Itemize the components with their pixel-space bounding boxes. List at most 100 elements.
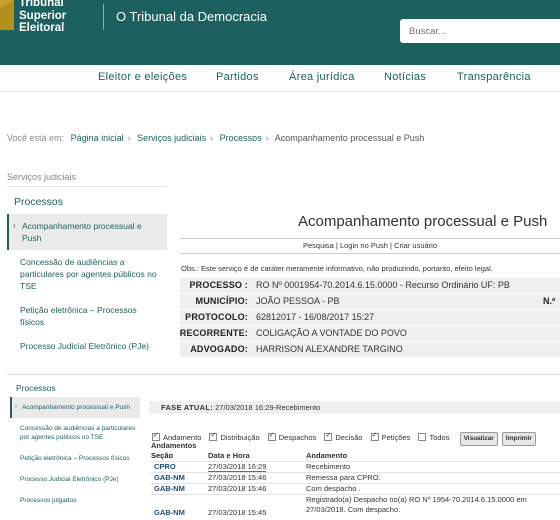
sidebar-item-audiencias[interactable]: Concessão de audiências a particulares p… xyxy=(7,250,167,298)
col-andamento: Andamento xyxy=(306,451,348,460)
checkbox-distribuicao[interactable] xyxy=(209,431,218,441)
chevron-right-icon: › xyxy=(265,133,269,143)
link-criar-usuario[interactable]: Criar usuário xyxy=(394,241,437,250)
chevron-right-icon: › xyxy=(127,133,131,143)
col-data: Data e Hora xyxy=(208,451,250,460)
checkbox-decisao[interactable] xyxy=(324,431,333,441)
table-row: GAB-NM 27/03/2018 15:46 Remessa para CPR… xyxy=(150,472,560,483)
chevron-right-icon: › xyxy=(15,404,17,410)
cell-secao[interactable]: GAB-NM xyxy=(154,508,185,517)
fase-label: FASE ATUAL: xyxy=(161,403,214,412)
filter-label: Distribuição xyxy=(220,433,260,442)
advogado-row: ADVOGADO: HARRISON ALEXANDRE TARGINO xyxy=(180,342,560,357)
checkbox-despachos[interactable] xyxy=(267,431,276,441)
lower-sidebar-item-peticao[interactable]: Petição eletrônica – Processos físicos xyxy=(10,448,140,469)
lower-sidebar-item-acompanhamento[interactable]: › Acompanhamento processual e Push xyxy=(10,397,140,418)
link-pesquisa[interactable]: Pesquisa xyxy=(303,241,334,250)
sidebar-item-label: Concessão de audiências a particulares p… xyxy=(20,425,136,441)
lower-sidebar-title[interactable]: Processos xyxy=(16,383,56,393)
breadcrumb: Você está em: Página inicial › Serviços j… xyxy=(7,133,424,143)
municipio-label: MUNICÍPIO: xyxy=(195,296,248,306)
sidebar-item-label: Petição eletrônica – Processos físicos xyxy=(20,455,130,462)
process-row: PROCESSO : RO Nº 0001954-70.2014.6.15.00… xyxy=(180,278,560,293)
protocolo-row: PROTOCOLO: 62812017 - 16/08/2017 15:27 xyxy=(180,310,560,325)
logo-divider xyxy=(103,4,104,30)
chevron-right-icon: › xyxy=(210,133,214,143)
filter-label: Decisão xyxy=(335,433,363,442)
cell-andamento: Remessa para CPRO. xyxy=(306,473,381,482)
search-box[interactable] xyxy=(400,19,560,43)
logo-line-2: Superior xyxy=(19,9,67,22)
sidebar-item-label: Processos julgados xyxy=(20,497,77,504)
lower-sidebar-item-audiencias[interactable]: Concessão de audiências a particulares p… xyxy=(10,418,140,448)
visualizar-button[interactable]: Visualizar xyxy=(459,432,498,446)
municipio-row: MUNICÍPIO: JOÃO PESSOA - PB N.º xyxy=(180,294,560,309)
cell-data: 27/03/2018 15:46 xyxy=(208,484,267,493)
breadcrumb-current: Acompanhamento processual e Push xyxy=(274,133,425,143)
nav-partidos[interactable]: Partidos xyxy=(216,71,259,83)
numero-label: N.º xyxy=(543,296,556,306)
municipio-value: JOÃO PESSOA - PB xyxy=(256,296,340,306)
filter-label: Todos xyxy=(429,433,450,442)
cell-andamento: Recebimento xyxy=(306,462,351,471)
filter-label: Despachos xyxy=(278,433,317,442)
imprimir-button[interactable]: Imprimir xyxy=(501,432,536,446)
sidebar-item-peticao[interactable]: Petição eletrônica – Processos físicos xyxy=(7,298,167,334)
checkbox-todos[interactable] xyxy=(418,433,427,441)
breadcrumb-processos[interactable]: Processos xyxy=(220,133,262,143)
nav-eleitor[interactable]: Eleitor e eleições xyxy=(98,71,187,83)
filter-bar: Andamento Distribuição Despachos Decisão… xyxy=(152,431,536,446)
header-bar: Tribunal Superior Eleitoral O Tribunal d… xyxy=(0,0,560,65)
sidebar-item-label: Processo Judicial Eletrônico (PJe) xyxy=(20,341,149,351)
breadcrumb-home[interactable]: Página inicial xyxy=(71,133,124,143)
table-row: GAB-NM 27/03/2018 15:45 Registrado(a) De… xyxy=(150,494,560,518)
chevron-right-icon: › xyxy=(13,221,16,230)
checkbox-peticoes[interactable] xyxy=(370,431,379,441)
cell-andamento: Registrado(a) Despacho no(a) RO Nº 1954-… xyxy=(306,495,527,514)
sidebar-item-label: Concessão de audiências a particulares p… xyxy=(20,257,157,291)
main-nav: Eleitor e eleições Partidos Área jurídic… xyxy=(0,65,560,92)
sidebar-item-label: Acompanhamento processual e Push xyxy=(22,221,142,243)
logo-text[interactable]: Tribunal Superior Eleitoral xyxy=(19,0,66,35)
tagline: O Tribunal da Democracia xyxy=(116,9,268,24)
sidebar-list: › Acompanhamento processual e Push Conce… xyxy=(7,214,167,358)
logo-icon[interactable] xyxy=(0,0,14,30)
advogado-value: HARRISON ALEXANDRE TARGINO xyxy=(256,344,403,354)
sidebar-title[interactable]: Processos xyxy=(14,196,63,208)
lower-sidebar-item-julgados[interactable]: Processos julgados xyxy=(10,490,140,511)
fase-atual: FASE ATUAL: 27/03/2018 16:29-Recebimento xyxy=(149,401,560,414)
sidebar-item-label: Processo Judicial Eletrônico (PJe) xyxy=(20,476,119,483)
nav-transparencia[interactable]: Transparência xyxy=(457,71,531,83)
process-label: PROCESSO : xyxy=(189,280,248,290)
andamentos-table: Seção Data e Hora Andamento CPRO 27/03/2… xyxy=(150,451,560,518)
cell-secao[interactable]: GAB-NM xyxy=(154,473,185,482)
page-title: Acompanhamento processual e Push xyxy=(298,213,548,230)
nav-area-juridica[interactable]: Área jurídica xyxy=(289,71,355,83)
protocolo-label: PROTOCOLO: xyxy=(185,312,248,322)
lower-sidebar-item-pje[interactable]: Processo Judicial Eletrônico (PJe) xyxy=(10,469,140,490)
sidebar-item-acompanhamento[interactable]: › Acompanhamento processual e Push xyxy=(7,214,167,250)
sidebar-item-label: Petição eletrônica – Processos físicos xyxy=(20,305,137,327)
search-input[interactable] xyxy=(400,19,560,43)
breadcrumb-servicos[interactable]: Serviços judiciais xyxy=(137,133,206,143)
advogado-label: ADVOGADO: xyxy=(190,344,248,354)
links-bar: Pesquisa | Login no Push | Criar usuário xyxy=(180,238,560,254)
recorrente-label: RECORRENTE: xyxy=(179,328,248,338)
sidebar-divider xyxy=(7,186,167,187)
protocolo-value: 62812017 - 16/08/2017 15:27 xyxy=(256,312,375,322)
table-header: Seção Data e Hora Andamento xyxy=(150,451,560,461)
sidebar-section-title: Serviços judiciais xyxy=(7,172,77,182)
disclaimer-text: Obs.: Este serviço é de caráter merament… xyxy=(181,264,493,273)
cell-secao[interactable]: GAB-NM xyxy=(154,484,185,493)
recorrente-row: RECORRENTE: COLIGAÇÃO A VONTADE DO POVO xyxy=(180,326,560,341)
table-row: GAB-NM 27/03/2018 15:46 Com despacho . xyxy=(150,483,560,494)
link-login-push[interactable]: Login no Push xyxy=(340,241,388,250)
sidebar-item-pje[interactable]: Processo Judicial Eletrônico (PJe) xyxy=(7,334,167,358)
lower-sidebar-list: › Acompanhamento processual e Push Conce… xyxy=(10,397,140,511)
cell-secao[interactable]: CPRO xyxy=(154,462,176,471)
table-row: CPRO 27/03/2018 16:29 Recebimento xyxy=(150,461,560,473)
nav-noticias[interactable]: Notícias xyxy=(384,71,426,83)
filter-label: Petições xyxy=(381,433,411,442)
checkbox-andamento[interactable] xyxy=(152,431,160,441)
fase-value: 27/03/2018 16:29-Recebimento xyxy=(215,403,321,412)
